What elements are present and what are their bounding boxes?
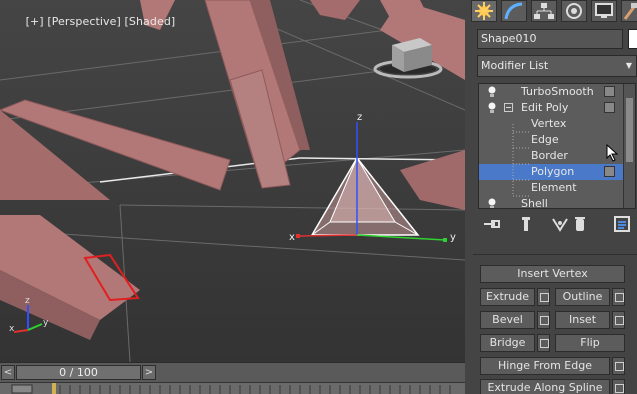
show-end-result-icon[interactable] [516, 214, 536, 234]
display-icon [595, 3, 613, 18]
axis-label-z: z [25, 296, 30, 306]
stack-subobject-element[interactable]: Element [479, 180, 623, 196]
bevel-button[interactable]: Bevel [480, 311, 535, 329]
bevel-settings-button[interactable] [537, 311, 550, 329]
gizmo-label-y: y [450, 232, 456, 243]
rollout-separator [473, 254, 637, 255]
stack-scrollbar[interactable] [623, 84, 635, 208]
time-prev-button[interactable]: < [1, 365, 15, 380]
hinge-from-edge-button[interactable]: Hinge From Edge [480, 357, 610, 375]
insert-vertex-button[interactable]: Insert Vertex [480, 265, 625, 283]
pin-stack-icon[interactable] [482, 214, 502, 234]
outline-settings-button[interactable] [612, 288, 625, 306]
make-unique-icon[interactable] [550, 214, 570, 234]
chevron-down-icon: ▼ [625, 61, 632, 70]
stack-item-label: Edit Poly [521, 101, 569, 114]
stack-item-toggle[interactable] [604, 166, 615, 177]
extrude-button[interactable]: Extrude [480, 288, 535, 306]
perspective-viewport[interactable]: z x y z x y [+] [Perspective] [Shaded] [0, 0, 465, 362]
motion-icon [566, 3, 582, 19]
stack-item-label: Edge [531, 133, 559, 146]
command-panel: Shape010 Modifier List ▼ TurboSmooth Edi… [465, 0, 637, 394]
inset-button[interactable]: Inset [555, 311, 610, 329]
time-next-button[interactable]: > [142, 365, 156, 380]
viewport-shading-menu[interactable]: [Shaded] [125, 15, 176, 28]
remove-modifier-icon[interactable] [570, 214, 590, 234]
bridge-button[interactable]: Bridge [480, 334, 535, 352]
stack-item-turbosmooth[interactable]: TurboSmooth [479, 84, 623, 100]
stack-item-toggle[interactable] [604, 102, 615, 113]
stack-subobject-edge[interactable]: Edge [479, 132, 623, 148]
hammer-icon [623, 3, 637, 20]
viewport-scene: z x y z x y [0, 0, 465, 362]
tree-lines [512, 124, 529, 197]
tab-utilities[interactable] [621, 0, 637, 22]
tab-display[interactable] [591, 0, 617, 22]
bulb-icon[interactable] [487, 198, 497, 208]
stack-item-label: Border [531, 149, 568, 162]
gizmo-label-z: z [357, 112, 362, 123]
modifier-stack: TurboSmooth Edit Poly Vertex Edge Border… [478, 83, 636, 209]
inset-settings-button[interactable] [612, 311, 625, 329]
collapse-icon[interactable] [504, 103, 513, 112]
tab-motion[interactable] [561, 0, 587, 22]
bulb-icon[interactable] [487, 86, 497, 98]
stack-item-toggle[interactable] [604, 86, 615, 97]
max-window: z x y z x y [+] [Perspective] [Shaded] <… [0, 0, 637, 394]
bulb-icon[interactable] [487, 102, 497, 114]
axis-label-x: x [9, 324, 15, 334]
stack-item-edit-poly[interactable]: Edit Poly [479, 100, 623, 116]
viewport-menu-plus[interactable]: [+] [26, 15, 44, 28]
stack-scroll-thumb[interactable] [626, 98, 633, 162]
stack-item-label: Polygon [531, 165, 575, 178]
hierarchy-icon [534, 3, 554, 19]
extrude-along-spline-button[interactable]: Extrude Along Spline [480, 379, 610, 394]
viewport-point-of-view-menu[interactable]: [Perspective] [47, 15, 121, 28]
modifier-list-dropdown[interactable]: Modifier List ▼ [477, 55, 637, 77]
command-panel-tabs [469, 0, 637, 24]
object-name-field[interactable]: Shape010 [477, 29, 623, 49]
stack-item-shell[interactable]: Shell [479, 196, 623, 208]
create-icon [475, 2, 493, 20]
configure-modifier-sets-icon[interactable] [612, 214, 632, 234]
mouse-cursor-icon [606, 144, 619, 162]
track-bar[interactable] [0, 382, 465, 394]
object-color-swatch[interactable] [628, 29, 637, 49]
tab-hierarchy[interactable] [531, 0, 557, 22]
gizmo-label-x: x [289, 232, 295, 243]
hinge-settings-button[interactable] [612, 357, 625, 375]
stack-item-label: TurboSmooth [521, 85, 594, 98]
stack-toolbar [478, 212, 636, 236]
extrude-along-spline-settings-button[interactable] [612, 379, 625, 394]
stack-item-label: Element [531, 181, 577, 194]
time-slider-bar: < 0 / 100 > [0, 362, 465, 382]
stack-subobject-vertex[interactable]: Vertex [479, 116, 623, 132]
bridge-settings-button[interactable] [537, 334, 550, 352]
axis-label-y: y [43, 318, 49, 328]
time-slider-thumb[interactable]: 0 / 100 [16, 365, 141, 380]
viewport-label: [+] [Perspective] [Shaded] [4, 2, 176, 41]
tab-create[interactable] [471, 0, 497, 22]
stack-subobject-border[interactable]: Border [479, 148, 623, 164]
extrude-settings-button[interactable] [537, 288, 550, 306]
outline-button[interactable]: Outline [555, 288, 610, 306]
modify-icon [504, 2, 523, 20]
track-bar-ticks [11, 383, 451, 394]
modifier-list-label: Modifier List [481, 59, 549, 72]
flip-button[interactable]: Flip [555, 334, 625, 352]
stack-subobject-polygon[interactable]: Polygon [479, 164, 623, 180]
tab-modify[interactable] [501, 0, 527, 22]
stack-item-label: Vertex [531, 117, 567, 130]
